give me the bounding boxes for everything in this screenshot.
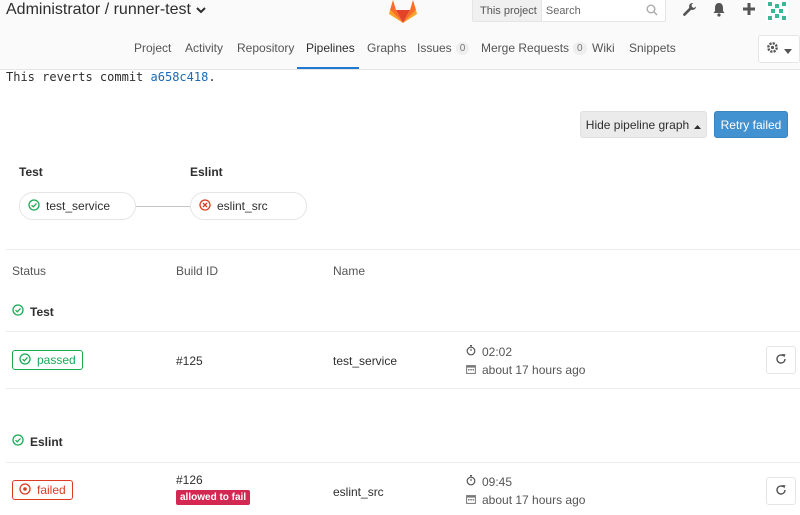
row-divider	[6, 462, 800, 463]
graph-stage-title-test: Test	[19, 165, 43, 179]
close-circle-icon	[19, 482, 31, 498]
retry-job-button[interactable]	[766, 346, 796, 374]
status-badge[interactable]: failed	[12, 480, 73, 500]
close-circle-icon	[199, 198, 211, 214]
row-divider	[6, 331, 800, 332]
hide-pipeline-graph-button[interactable]: Hide pipeline graph	[580, 111, 707, 138]
nav-repository[interactable]: Repository	[237, 41, 294, 55]
timer-icon	[466, 475, 476, 489]
caret-down-icon	[784, 42, 792, 57]
check-circle-icon	[12, 434, 24, 449]
retry-job-button[interactable]	[766, 477, 796, 505]
calendar-icon	[466, 363, 476, 377]
graph-job-test-service[interactable]: test_service	[19, 192, 136, 220]
nav-issues[interactable]: Issues 0	[417, 41, 470, 55]
retry-icon	[775, 353, 787, 368]
retry-icon	[775, 484, 787, 499]
avatar-identicon[interactable]	[766, 0, 788, 25]
retry-failed-button[interactable]: Retry failed	[714, 111, 788, 138]
wrench-icon[interactable]	[682, 2, 697, 20]
job-name: test_service	[333, 354, 398, 368]
search-box[interactable]: This project Search	[472, 0, 666, 22]
nav-project[interactable]: Project	[134, 41, 171, 55]
project-title[interactable]: Administrator / runner-test	[6, 1, 206, 19]
nav-merge-requests[interactable]: Merge Requests 0	[481, 41, 587, 55]
search-scope-label[interactable]: This project	[473, 0, 542, 21]
graph-stage-title-eslint: Eslint	[190, 165, 223, 179]
check-circle-icon	[12, 304, 24, 319]
column-header-name: Name	[333, 264, 366, 278]
merge-requests-count-badge: 0	[573, 41, 587, 55]
nav-activity[interactable]: Activity	[185, 41, 223, 55]
top-header: Administrator / runner-test This project…	[0, 0, 800, 25]
timer-icon	[466, 345, 476, 359]
stage-group-test: Test	[12, 304, 54, 319]
search-icon	[646, 4, 658, 19]
chevron-down-icon	[196, 6, 206, 17]
allowed-to-fail-badge: allowed to fail	[176, 490, 251, 505]
gitlab-logo-icon[interactable]	[388, 0, 418, 24]
nav-active-indicator	[297, 67, 359, 69]
graph-job-eslint-src[interactable]: eslint_src	[190, 192, 307, 220]
project-title-text: Administrator / runner-test	[6, 1, 191, 18]
job-finished-time: about 17 hours ago	[466, 363, 585, 377]
status-badge[interactable]: passed	[12, 350, 83, 370]
nav-wiki[interactable]: Wiki	[592, 41, 615, 55]
project-nav: Project Activity Repository Pipelines Gr…	[0, 25, 800, 70]
column-header-status: Status	[12, 264, 47, 278]
calendar-icon	[466, 493, 476, 507]
job-duration: 09:45	[466, 475, 512, 489]
job-name: eslint_src	[333, 485, 384, 499]
commit-message: This reverts commit a658c418.	[6, 70, 216, 84]
graph-connector	[136, 206, 190, 207]
settings-dropdown-button[interactable]	[758, 35, 800, 63]
nav-pipelines[interactable]: Pipelines	[306, 41, 355, 55]
commit-sha-link[interactable]: a658c418	[151, 70, 209, 84]
build-id-link[interactable]: #126	[176, 473, 203, 487]
plus-icon[interactable]	[742, 2, 756, 19]
row-divider	[6, 388, 800, 389]
caret-up-icon	[694, 118, 702, 132]
nav-snippets[interactable]: Snippets	[629, 41, 676, 55]
job-finished-time: about 17 hours ago	[466, 493, 585, 507]
check-circle-icon	[28, 198, 40, 214]
build-id-link[interactable]: #125	[176, 354, 203, 368]
stage-group-eslint: Eslint	[12, 434, 63, 449]
issues-count-badge: 0	[455, 41, 470, 55]
nav-graphs[interactable]: Graphs	[367, 41, 406, 55]
check-circle-icon	[19, 352, 31, 368]
job-duration: 02:02	[466, 345, 512, 359]
bell-icon[interactable]	[712, 2, 726, 20]
section-divider	[6, 249, 800, 250]
column-header-build-id: Build ID	[176, 264, 219, 278]
gear-icon	[766, 41, 779, 57]
